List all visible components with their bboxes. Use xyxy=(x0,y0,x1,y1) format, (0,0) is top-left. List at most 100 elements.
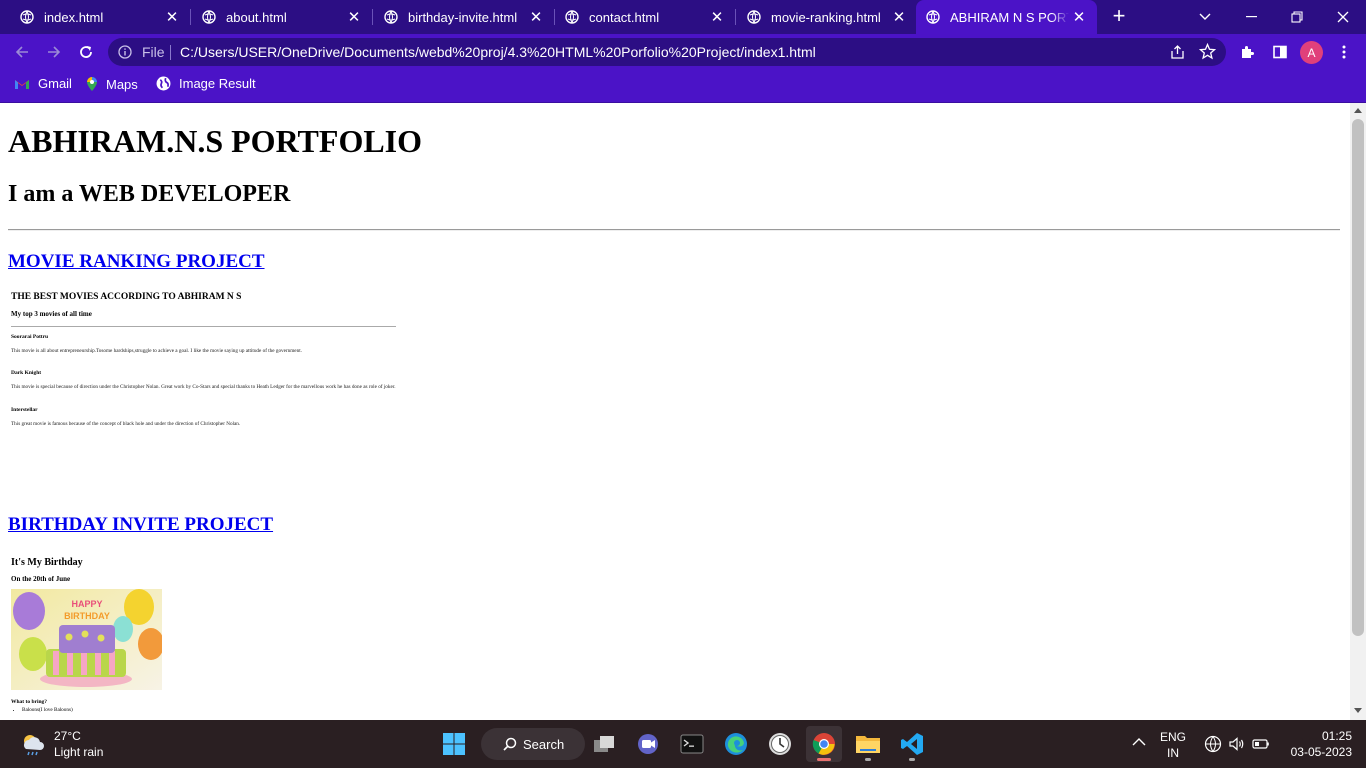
scroll-thumb[interactable] xyxy=(1352,119,1364,636)
address-bar[interactable]: File C:/Users/USER/OneDrive/Documents/we… xyxy=(108,38,1226,66)
close-icon[interactable]: ✕ xyxy=(889,8,909,26)
close-icon[interactable]: ✕ xyxy=(162,8,182,26)
search-label: Search xyxy=(523,736,565,752)
scheme-label: File xyxy=(142,44,165,60)
tab-strip: index.html ✕ about.html ✕ birthday-invit… xyxy=(0,0,1366,34)
tab-label: about.html xyxy=(226,9,287,25)
gmail-icon xyxy=(15,79,29,89)
reload-icon xyxy=(80,46,92,58)
start-button[interactable] xyxy=(436,726,472,762)
chrome-menu-button[interactable] xyxy=(1332,40,1356,64)
file-explorer-icon xyxy=(856,736,880,753)
edge-button[interactable] xyxy=(718,726,754,762)
tab-label: index.html xyxy=(44,9,104,25)
lang-code: ENG xyxy=(1160,730,1187,744)
close-icon[interactable]: ✕ xyxy=(707,8,727,26)
restore-button[interactable] xyxy=(1274,0,1320,34)
birthday-invite-link[interactable]: BIRTHDAY INVITE PROJECT xyxy=(8,514,273,536)
scroll-up-arrow[interactable] xyxy=(1354,108,1362,113)
tab-index[interactable]: index.html ✕ xyxy=(0,0,190,34)
volume-icon[interactable] xyxy=(1228,735,1246,756)
extensions-button[interactable] xyxy=(1236,40,1260,64)
maps-icon xyxy=(87,77,97,91)
tab-portfolio[interactable]: ABHIRAM N S PORTFOLIO ✕ xyxy=(916,0,1097,34)
url-text[interactable]: C:/Users/USER/OneDrive/Documents/webd%20… xyxy=(180,44,816,60)
minimize-button[interactable] xyxy=(1228,0,1274,34)
teams-button[interactable] xyxy=(630,726,666,762)
bookmark-label: Image Result xyxy=(179,76,256,91)
page-viewport: ABHIRAM.N.S PORTFOLIO I am a WEB DEVELOP… xyxy=(0,103,1350,720)
close-icon[interactable]: ✕ xyxy=(526,8,546,26)
movie-title: Soorarai Pottru xyxy=(11,334,49,340)
running-indicator xyxy=(865,758,871,761)
file-explorer-button[interactable] xyxy=(850,726,886,762)
task-view-button[interactable] xyxy=(586,726,622,762)
arrow-right-icon xyxy=(48,46,61,58)
tab-label: contact.html xyxy=(589,9,660,25)
side-panel-icon xyxy=(1273,45,1287,59)
movie-ranking-iframe: THE BEST MOVIES ACCORDING TO ABHIRAM N S… xyxy=(8,286,408,436)
share-icon[interactable] xyxy=(1170,44,1186,60)
region-code: IN xyxy=(1167,746,1179,760)
tab-search-button[interactable] xyxy=(1182,0,1228,34)
movie-title: Dark Knight xyxy=(11,370,42,376)
back-button[interactable] xyxy=(10,40,34,64)
page-title: ABHIRAM.N.S PORTFOLIO xyxy=(8,123,423,159)
globe-icon xyxy=(20,10,34,24)
network-icon[interactable] xyxy=(1204,735,1222,756)
reload-button[interactable] xyxy=(74,40,98,64)
section-divider xyxy=(8,229,1340,231)
bookmark-maps[interactable]: Maps xyxy=(86,76,138,92)
profile-avatar[interactable]: A xyxy=(1300,41,1323,64)
forward-button[interactable] xyxy=(42,40,66,64)
page-scrollbar[interactable] xyxy=(1350,103,1366,720)
movie-ranking-link[interactable]: MOVIE RANKING PROJECT xyxy=(8,251,265,273)
tab-contact[interactable]: contact.html ✕ xyxy=(545,0,735,34)
window-close-button[interactable] xyxy=(1320,0,1366,34)
battery-icon[interactable] xyxy=(1252,737,1270,754)
bring-heading: What to bring? xyxy=(11,699,48,705)
terminal-icon xyxy=(680,734,704,754)
arrow-left-icon xyxy=(15,46,28,58)
scroll-down-arrow[interactable] xyxy=(1354,708,1362,713)
clock[interactable]: 01:25 03-05-2023 xyxy=(1288,728,1352,760)
bookmark-gmail[interactable]: Gmail xyxy=(14,76,72,91)
clock-date: 03-05-2023 xyxy=(1290,745,1352,759)
tab-label: movie-ranking.html xyxy=(771,9,881,25)
bookmark-label: Maps xyxy=(106,76,138,92)
tab-label: birthday-invite.html xyxy=(408,9,518,25)
more-vert-icon xyxy=(1342,45,1346,59)
tab-movie-ranking[interactable]: movie-ranking.html ✕ xyxy=(727,0,917,34)
vscode-button[interactable] xyxy=(894,726,930,762)
terminal-button[interactable] xyxy=(674,726,710,762)
side-panel-button[interactable] xyxy=(1268,40,1292,64)
birthday-heading: It's My Birthday xyxy=(11,557,83,568)
bookmark-label: Gmail xyxy=(38,76,72,91)
running-indicator xyxy=(817,758,831,761)
close-icon xyxy=(1337,11,1349,23)
globe-icon xyxy=(202,10,216,24)
language-indicator[interactable]: ENG IN xyxy=(1160,729,1186,761)
movie-heading: THE BEST MOVIES ACCORDING TO ABHIRAM N S xyxy=(11,292,242,302)
taskbar-search[interactable]: Search xyxy=(481,728,585,760)
puzzle-icon xyxy=(1242,46,1254,58)
bookmark-image-result[interactable]: Image Result xyxy=(156,76,256,91)
chrome-button[interactable] xyxy=(806,726,842,762)
close-icon[interactable]: ✕ xyxy=(1069,8,1089,26)
page-subtitle: I am a WEB DEVELOPER xyxy=(8,181,291,207)
close-icon[interactable]: ✕ xyxy=(344,8,364,26)
globe-icon xyxy=(1204,735,1222,753)
tab-about[interactable]: about.html ✕ xyxy=(182,0,372,34)
movie-description: This movie is special because of directi… xyxy=(11,384,396,390)
new-tab-button[interactable]: + xyxy=(1108,5,1130,29)
bookmark-star-icon[interactable] xyxy=(1199,43,1216,60)
tab-label: ABHIRAM N S PORTFOLIO xyxy=(950,9,1069,25)
restore-icon xyxy=(1291,11,1303,23)
weather-widget[interactable]: 27°C Light rain xyxy=(20,728,103,760)
clock-app-button[interactable] xyxy=(762,726,798,762)
show-hidden-icons[interactable] xyxy=(1132,736,1146,750)
tab-birthday-invite[interactable]: birthday-invite.html ✕ xyxy=(364,0,554,34)
movie-divider xyxy=(11,326,396,327)
info-icon[interactable] xyxy=(118,45,132,59)
globe-icon xyxy=(565,10,579,24)
